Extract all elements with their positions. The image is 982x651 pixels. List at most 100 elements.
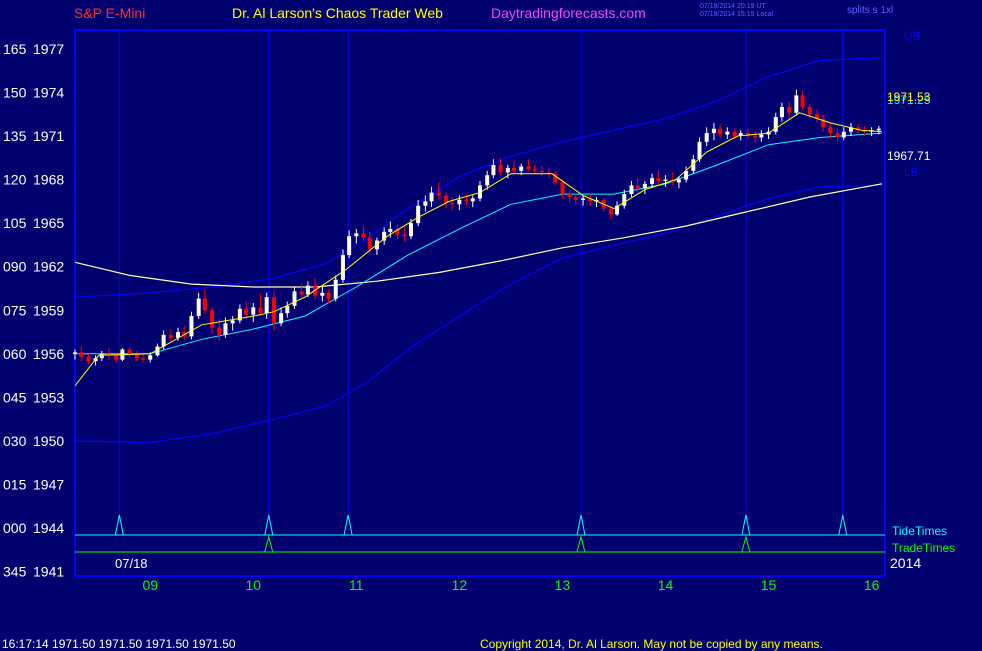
- candle-body: [753, 136, 758, 138]
- slow-average-value-label: 1967.71: [887, 149, 931, 163]
- candle-body: [732, 131, 737, 137]
- upper-band-label: UB: [904, 29, 921, 43]
- y-tick-price: 1959: [33, 302, 64, 318]
- y-tick-price: 1974: [33, 84, 64, 100]
- candle-body: [114, 355, 119, 360]
- candle-body: [650, 178, 655, 184]
- candle-body: [141, 358, 146, 360]
- y-tick-angle: 030: [3, 433, 27, 449]
- candle-body: [299, 291, 304, 295]
- candle-body: [347, 236, 352, 256]
- candle-body: [279, 313, 284, 324]
- y-tick-price: 1947: [33, 477, 64, 493]
- candle-body: [608, 208, 613, 215]
- candle-body: [429, 192, 434, 202]
- candle-body: [635, 185, 640, 189]
- candle-body: [168, 334, 173, 338]
- candle-body: [416, 205, 421, 224]
- lower-band-line: [74, 184, 882, 444]
- y-tick-angle: 090: [3, 259, 27, 275]
- y-tick-angle: 150: [3, 84, 27, 100]
- x-tick-label: 10: [245, 577, 261, 593]
- candle-body: [292, 291, 297, 306]
- candle-body: [264, 297, 269, 314]
- candle-body: [498, 165, 503, 173]
- trade-pulse: [264, 535, 274, 553]
- candle-body: [567, 194, 572, 197]
- y-tick-price: 1977: [33, 41, 64, 57]
- y-tick-angle: 105: [3, 215, 27, 231]
- candle-body: [223, 323, 228, 335]
- instrument-label: S&P E-Mini: [74, 5, 146, 21]
- candle-body: [779, 106, 784, 118]
- candle-body: [230, 320, 235, 324]
- y-tick-angle: 045: [3, 389, 27, 405]
- candle-body: [794, 95, 799, 113]
- last-price-label: 1971.53: [887, 90, 931, 104]
- candle-body: [491, 165, 496, 176]
- candle-body: [759, 134, 764, 138]
- y-tick-angle: 120: [3, 172, 27, 188]
- x-tick-label: 15: [761, 577, 777, 593]
- candle-body: [876, 128, 881, 131]
- copyright-notice: Copyright 2014, Dr. Al Larson. May not b…: [480, 637, 823, 651]
- candle-body: [361, 233, 366, 238]
- candle-body: [340, 255, 345, 280]
- candle-body: [560, 182, 565, 195]
- y-tick-angle: 000: [3, 520, 27, 536]
- y-tick-angle: 015: [3, 477, 27, 493]
- y-tick-price: 1944: [33, 520, 64, 536]
- candle-body: [704, 133, 709, 142]
- candle-body: [835, 133, 840, 138]
- trade-pulse: [741, 535, 751, 553]
- candle-body: [532, 169, 537, 171]
- slow-average-line: [74, 183, 883, 288]
- y-tick-angle: 075: [3, 302, 27, 318]
- candle-body: [408, 223, 413, 237]
- candle-body: [663, 179, 668, 182]
- options-label: splits s 1xl: [847, 5, 894, 16]
- chart-svg: 165 1977 150 1974 135 1971 120 1968 105 1965 090 19…: [3, 29, 955, 593]
- candle-body: [436, 192, 441, 196]
- y-tick-angle: 135: [3, 128, 27, 144]
- y-tick-price: 1953: [33, 389, 64, 405]
- candle-body: [443, 195, 448, 203]
- status-readout: 16:17:14 1971.50 1971.50 1971.50 1971.50: [2, 637, 236, 651]
- trade-pulse: [576, 535, 586, 553]
- trade-times-label: TradeTimes: [892, 541, 955, 555]
- y-tick-angle: 345: [3, 564, 27, 580]
- candle-body: [127, 349, 132, 354]
- candle-body: [189, 316, 194, 337]
- tide-times-label: TideTimes: [892, 524, 947, 538]
- ut-timestamp: 07/18/2014 20:19 UT: [700, 3, 766, 10]
- candle-body: [161, 334, 166, 347]
- y-tick-price: 1968: [33, 172, 64, 188]
- y-tick-angle: 060: [3, 346, 27, 362]
- x-tick-label: 09: [142, 577, 158, 593]
- candle-body: [402, 234, 407, 237]
- candle-body: [450, 202, 455, 205]
- x-tick-label: 14: [658, 577, 674, 593]
- candle-body: [86, 356, 91, 362]
- candle-body: [79, 352, 84, 357]
- y-tick-price: 1941: [33, 564, 64, 580]
- candle-body: [388, 228, 393, 232]
- candle-body: [320, 292, 325, 296]
- candle-body: [656, 178, 661, 182]
- candle-body: [725, 131, 730, 135]
- candle-body: [271, 297, 276, 324]
- site-link[interactable]: Daytradingforecasts.com: [491, 6, 646, 20]
- candle-body: [285, 305, 290, 314]
- candle-body: [512, 167, 517, 171]
- x-tick-label: 13: [555, 577, 571, 593]
- candle-body: [800, 95, 805, 107]
- x-tick-label: 16: [864, 577, 880, 593]
- upper-band-line: [74, 57, 882, 298]
- candle-body: [622, 194, 627, 206]
- y-tick-angle: 165: [3, 41, 27, 57]
- candle-body: [464, 199, 469, 202]
- candle-body: [202, 298, 207, 311]
- start-date-label: 07/18: [115, 556, 148, 571]
- x-tick-label: 12: [452, 577, 468, 593]
- candle-body: [841, 131, 846, 138]
